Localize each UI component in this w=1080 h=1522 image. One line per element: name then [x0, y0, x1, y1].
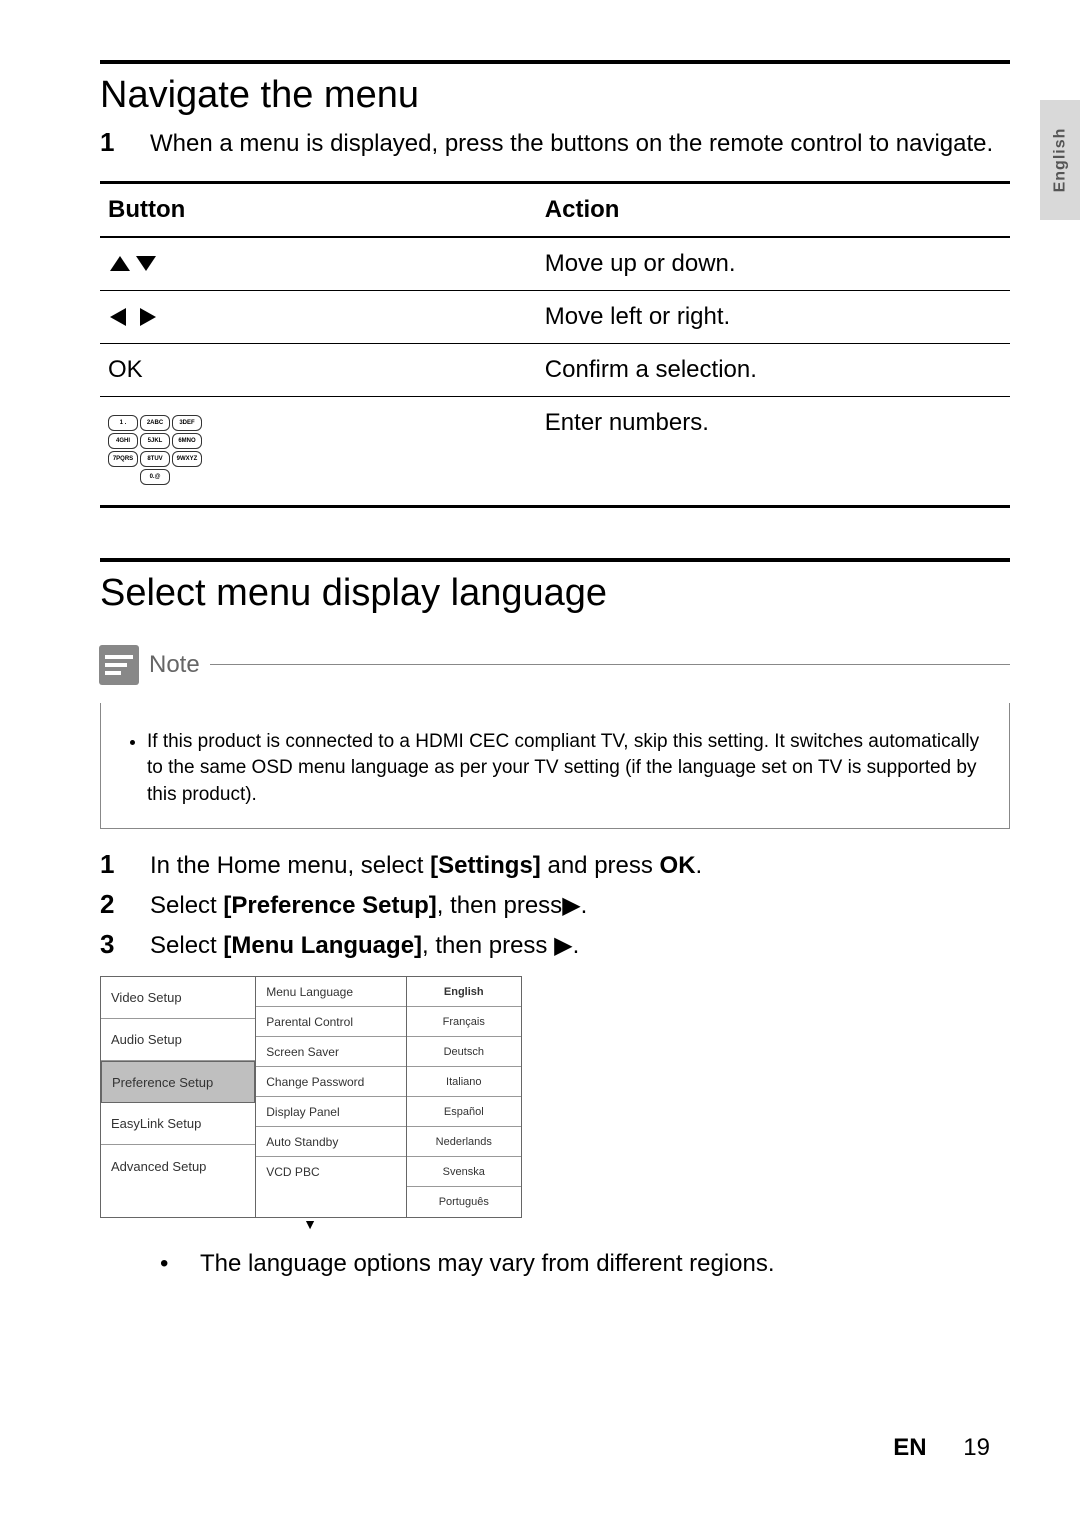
cell-action: Move left or right.	[537, 290, 1010, 343]
menu-item: Advanced Setup	[101, 1145, 255, 1187]
menu-lang: Español	[407, 1097, 521, 1127]
menu-item: Audio Setup	[101, 1019, 255, 1061]
menu-lang: Svenska	[407, 1157, 521, 1187]
table-row: Move left or right.	[100, 290, 1010, 343]
key: 9WXYZ	[172, 451, 202, 467]
section-title-navigate: Navigate the menu	[100, 74, 1010, 117]
note-icon	[99, 645, 139, 685]
footer-lang: EN	[893, 1434, 926, 1461]
menu-lang: Português	[407, 1187, 521, 1217]
table-row: 1 . 2ABC 3DEF 4GHI 5JKL 6MNO 7PQRS 8TUV …	[100, 396, 1010, 506]
nav-step-1: 1 When a menu is displayed, press the bu…	[100, 127, 1010, 161]
note-text: If this product is connected to a HDMI C…	[147, 729, 989, 809]
menu-right-column: English Français Deutsch Italiano Españo…	[407, 977, 521, 1217]
menu-item: Menu Language	[256, 977, 405, 1007]
page-footer: EN 19	[893, 1434, 990, 1462]
footnote-text: The language options may vary from diffe…	[200, 1250, 775, 1278]
more-down-icon: ▼	[100, 1216, 520, 1232]
menu-item: VCD PBC	[256, 1157, 405, 1187]
cell-action: Move up or down.	[537, 237, 1010, 291]
step-text: In the Home menu, select [Settings] and …	[150, 849, 702, 883]
key: 3DEF	[172, 415, 202, 431]
section-title-language: Select menu display language	[100, 572, 1010, 615]
lang-step-3: 3 Select [Menu Language], then press ▶.	[100, 929, 1010, 963]
menu-mid-column: Menu Language Parental Control Screen Sa…	[256, 977, 406, 1217]
key: 2ABC	[140, 415, 170, 431]
button-action-table: Button Action Move up or down. Move left…	[100, 181, 1010, 508]
key: 1 .	[108, 415, 138, 431]
step-number: 1	[100, 849, 150, 883]
step-number: 2	[100, 889, 150, 923]
language-tab-label: English	[1051, 128, 1069, 193]
cell-action: Confirm a selection.	[537, 343, 1010, 396]
cell-button-leftright	[100, 290, 537, 343]
language-tab: English	[1040, 100, 1080, 220]
right-arrow-icon: ▶	[554, 932, 572, 959]
left-right-arrows-icon	[108, 303, 158, 330]
key: 8TUV	[140, 451, 170, 467]
table-row: Move up or down.	[100, 237, 1010, 291]
menu-item: Auto Standby	[256, 1127, 405, 1157]
lang-step-2: 2 Select [Preference Setup], then press▶…	[100, 889, 1010, 923]
key: 5JKL	[140, 433, 170, 449]
key: 4GHI	[108, 433, 138, 449]
menu-item: EasyLink Setup	[101, 1103, 255, 1145]
th-action: Action	[537, 182, 1010, 237]
up-down-arrows-icon	[108, 250, 158, 277]
step-text: Select [Preference Setup], then press▶.	[150, 889, 587, 923]
step-number: 3	[100, 929, 150, 963]
key: 6MNO	[172, 433, 202, 449]
footer-page: 19	[963, 1434, 990, 1461]
cell-button-ok: OK	[100, 343, 537, 396]
menu-lang: Français	[407, 1007, 521, 1037]
menu-item: Screen Saver	[256, 1037, 405, 1067]
lang-step-1: 1 In the Home menu, select [Settings] an…	[100, 849, 1010, 883]
menu-item: Change Password	[256, 1067, 405, 1097]
note-header: Note	[100, 645, 1010, 685]
step-text: When a menu is displayed, press the butt…	[150, 127, 993, 161]
bullet-icon: •	[160, 1250, 200, 1278]
footnote-bullet: • The language options may vary from dif…	[160, 1250, 1010, 1278]
table-row: OK Confirm a selection.	[100, 343, 1010, 396]
key: 0.@	[140, 469, 170, 485]
settings-menu-screenshot: Video Setup Audio Setup Preference Setup…	[100, 976, 522, 1218]
menu-lang-selected: English	[407, 977, 521, 1007]
cell-action: Enter numbers.	[537, 396, 1010, 506]
th-button: Button	[100, 182, 537, 237]
section-rule	[100, 558, 1010, 562]
menu-item: Video Setup	[101, 977, 255, 1019]
menu-lang: Deutsch	[407, 1037, 521, 1067]
note-box: If this product is connected to a HDMI C…	[100, 703, 1010, 830]
right-arrow-icon: ▶	[562, 892, 580, 919]
section-rule	[100, 60, 1010, 64]
menu-lang: Italiano	[407, 1067, 521, 1097]
cell-button-updown	[100, 237, 537, 291]
step-text: Select [Menu Language], then press ▶.	[150, 929, 579, 963]
menu-left-column: Video Setup Audio Setup Preference Setup…	[101, 977, 256, 1217]
numeric-keypad-icon: 1 . 2ABC 3DEF 4GHI 5JKL 6MNO 7PQRS 8TUV …	[108, 415, 202, 487]
key: 7PQRS	[108, 451, 138, 467]
menu-item: Parental Control	[256, 1007, 405, 1037]
step-number: 1	[100, 127, 150, 161]
note-label: Note	[149, 651, 200, 679]
menu-item-selected: Preference Setup	[101, 1061, 255, 1103]
menu-item: Display Panel	[256, 1097, 405, 1127]
cell-button-keypad: 1 . 2ABC 3DEF 4GHI 5JKL 6MNO 7PQRS 8TUV …	[100, 396, 537, 506]
menu-lang: Nederlands	[407, 1127, 521, 1157]
